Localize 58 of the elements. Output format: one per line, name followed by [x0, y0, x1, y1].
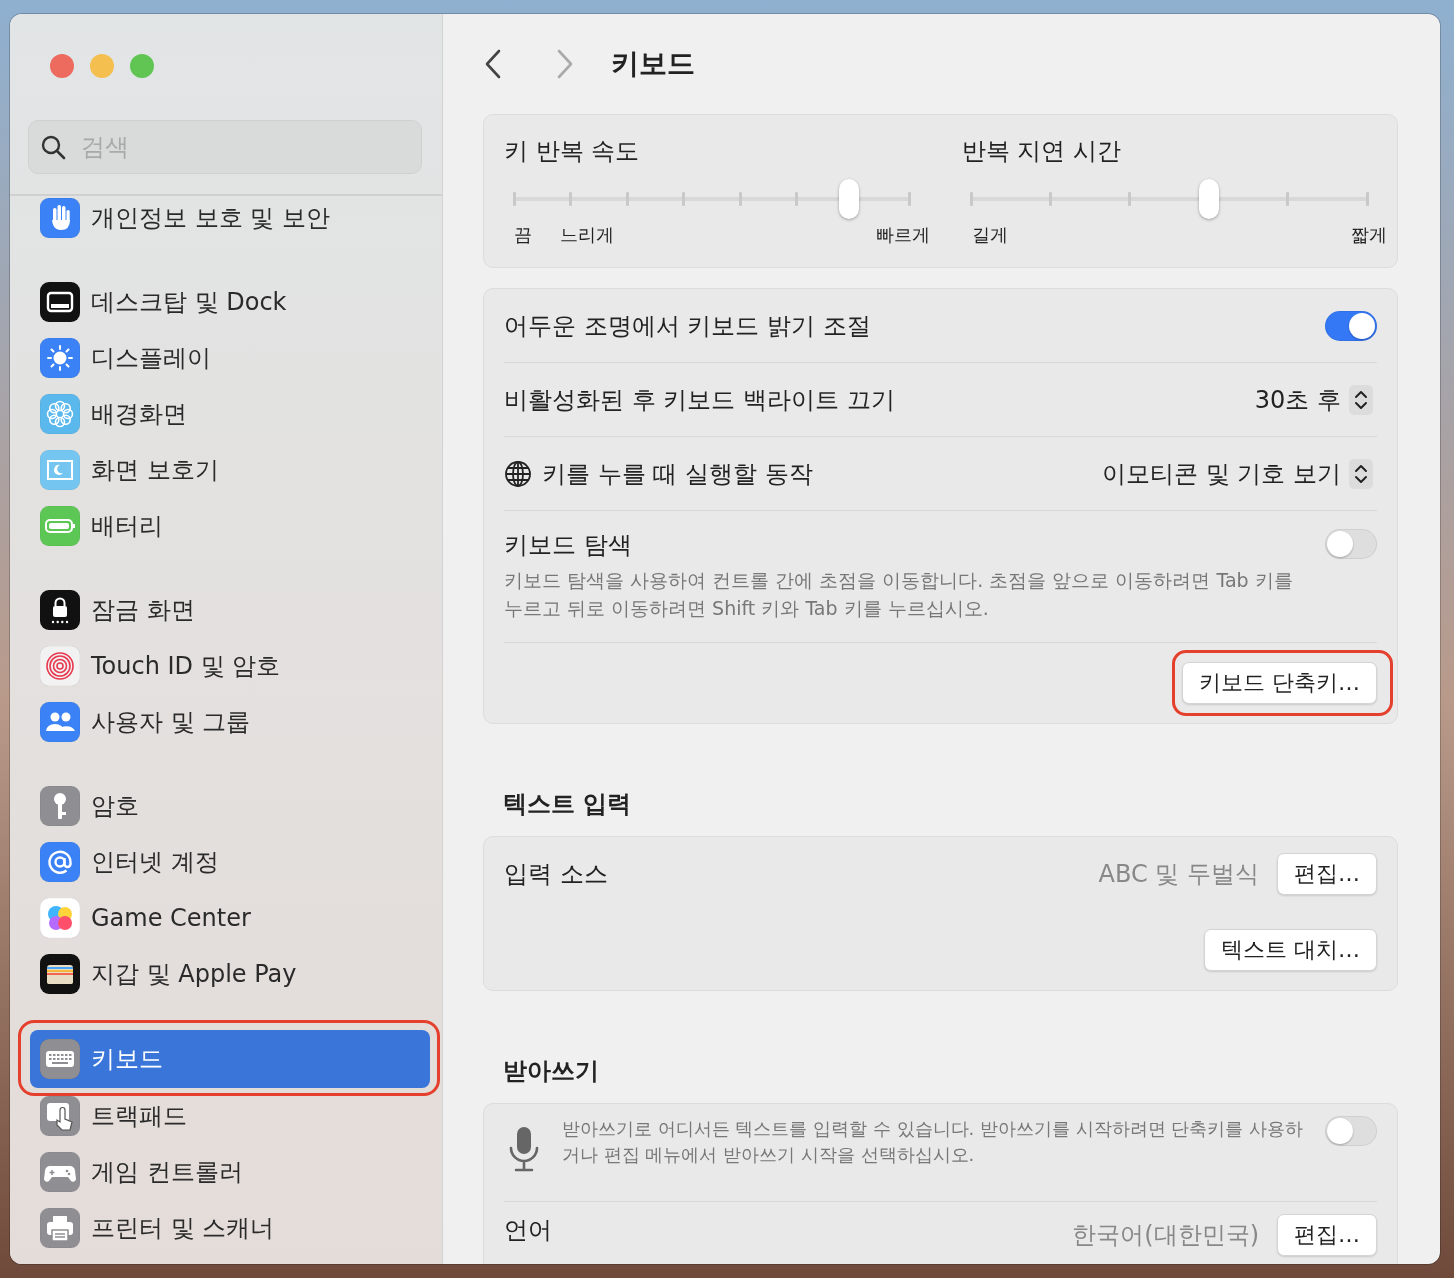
sidebar-item[interactable]: 배터리 [30, 498, 430, 554]
sidebar-item[interactable]: 암호 [30, 778, 430, 834]
slider-label: 느리게 [559, 223, 614, 247]
sidebar-item[interactable]: 데스크탑 및 Dock [30, 274, 430, 330]
back-icon[interactable] [483, 48, 503, 80]
slider-title: 키 반복 속도 [504, 136, 641, 167]
slider-label: 짧게 [1351, 223, 1387, 247]
sidebar-item[interactable]: 잠금 화면 [30, 582, 430, 638]
setting-label: 어두운 조명에서 키보드 밝기 조절 [504, 310, 871, 342]
slider-label: 길게 [971, 223, 1008, 247]
section-title: 받아쓰기 [503, 1056, 600, 1088]
zoom-button[interactable] [130, 54, 154, 78]
toggle-switch[interactable] [1325, 310, 1377, 341]
close-button[interactable] [50, 54, 74, 78]
setting-label: 키를 누를 때 실행할 동작 [542, 458, 813, 490]
slider-label: 빠르게 [875, 223, 930, 247]
setting-description: 키보드 탐색을 사용하여 컨트롤 간에 초점을 이동합니다. 초점을 앞으로 이동하려면 Tab 키를 누르고 뒤로 이동하려면 Shift 키와 Tab 키를 누르십시오. [504, 568, 1294, 621]
sidebar-item[interactable]: 사용자 및 그룹 [30, 694, 430, 750]
minimize-button[interactable] [90, 54, 114, 78]
sidebar-item[interactable]: 키보드 [30, 1030, 430, 1088]
toggle-switch[interactable] [1325, 1116, 1377, 1147]
page-title: 키보드 [611, 46, 695, 82]
slider-thumb[interactable] [838, 179, 859, 219]
sidebar-item[interactable]: 디스플레이 [30, 330, 430, 386]
slider-label: 끔 [514, 223, 532, 247]
sidebar-item[interactable]: Game Center [30, 890, 430, 946]
toggle-switch[interactable] [1325, 529, 1377, 559]
search-icon [40, 134, 66, 160]
setting-label: 입력 소스 [504, 858, 608, 890]
sidebar-item[interactable]: 트랙패드 [30, 1088, 430, 1144]
edit-button[interactable]: 편집… [1277, 852, 1377, 895]
setting-label: 키보드 탐색 [504, 530, 633, 561]
setting-label: 비활성화된 후 키보드 백라이트 끄기 [504, 384, 895, 416]
chevron-up-down-icon [1349, 384, 1373, 415]
sidebar-item[interactable]: 인터넷 계정 [30, 834, 430, 890]
dictation-description: 받아쓰기로 어디서든 텍스트를 입력할 수 있습니다. 받아쓰기를 시작하려면 단축키를 사용하거나 편집 메뉴에서 받아쓰기 시작을 선택하십시오. [562, 1117, 1305, 1168]
popup-menu[interactable]: 이모티콘 및 기호 보기 [1102, 457, 1377, 490]
chevron-up-down-icon [1349, 458, 1373, 489]
setting-label: 언어 [504, 1215, 552, 1247]
keyboard-shortcuts-button[interactable]: 키보드 단축키… [1182, 662, 1377, 705]
section-title: 텍스트 입력 [503, 789, 633, 821]
sidebar-item[interactable]: 배경화면 [30, 386, 430, 442]
sidebar-item[interactable]: 지갑 및 Apple Pay [30, 946, 430, 1002]
slider-title: 반복 지연 시간 [961, 136, 1122, 167]
sidebar-item[interactable]: 개인정보 보호 및 보안 [30, 196, 430, 246]
sidebar-item[interactable]: 프린터 및 스캐너 [30, 1200, 430, 1256]
sidebar-item[interactable]: 화면 보호기 [30, 442, 430, 498]
setting-value: ABC 및 두벌식 [1098, 858, 1259, 890]
setting-value: 한국어(대한민국) [1072, 1220, 1259, 1252]
slider-thumb[interactable] [1198, 179, 1219, 219]
microphone-icon [508, 1126, 540, 1173]
forward-icon[interactable] [555, 48, 575, 80]
sidebar-item[interactable]: 게임 컨트롤러 [30, 1144, 430, 1200]
globe-icon [504, 459, 532, 488]
popup-menu[interactable]: 30초 후 [1254, 383, 1377, 416]
text-replacement-button[interactable]: 텍스트 대치… [1204, 929, 1377, 972]
sidebar-item[interactable]: Touch ID 및 암호 [30, 638, 430, 694]
edit-button[interactable]: 편집… [1277, 1214, 1377, 1257]
